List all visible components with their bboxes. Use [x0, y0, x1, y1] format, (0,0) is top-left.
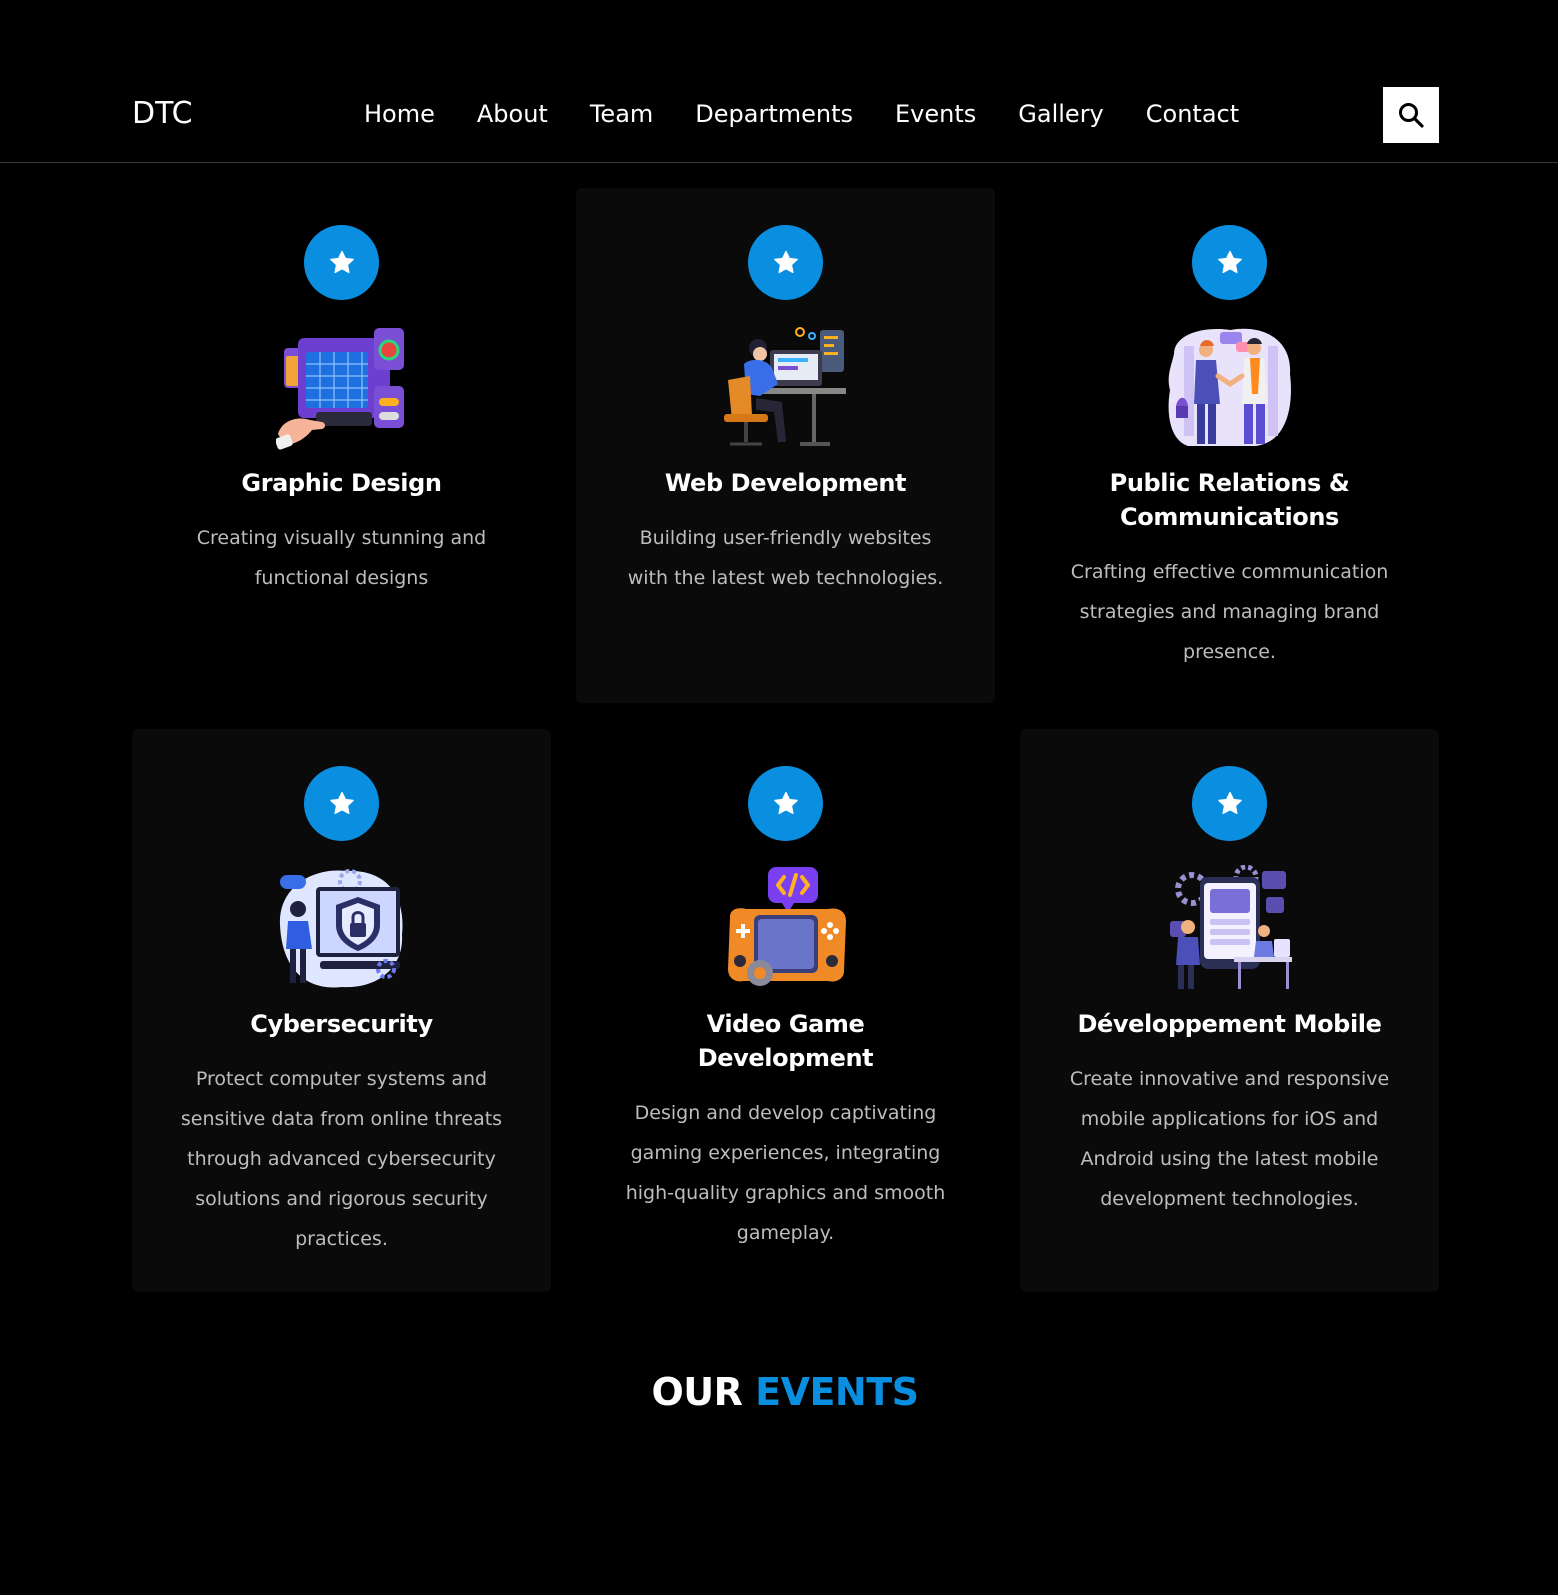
web-development-illustration	[723, 327, 846, 446]
events-section-title: OUR EVENTS	[0, 1368, 1558, 1416]
department-description: Crafting effective communication strateg…	[1070, 561, 1389, 663]
public-relations-illustration	[1168, 328, 1291, 446]
department-card-public-relations[interactable]: Public Relations & Communications Crafti…	[1020, 188, 1439, 703]
nav-about[interactable]: About	[456, 96, 569, 132]
department-card-mobile-development[interactable]: Développement Mobile Create innovative a…	[1020, 729, 1439, 1292]
star-badge	[304, 225, 379, 300]
department-card-cybersecurity[interactable]: Cybersecurity Protect computer systems a…	[132, 729, 551, 1292]
star-icon	[329, 791, 354, 814]
department-description: Creating visually stunning and functiona…	[196, 527, 487, 589]
nav-home[interactable]: Home	[343, 96, 456, 132]
site-header: DTC Home About Team Departments Events G…	[0, 0, 1558, 163]
mobile-development-illustration	[1169, 865, 1292, 989]
star-badge	[1192, 766, 1267, 841]
search-button[interactable]	[1383, 87, 1439, 143]
nav-team[interactable]: Team	[569, 96, 674, 132]
department-title: Graphic Design	[241, 469, 442, 497]
star-badge	[748, 766, 823, 841]
star-icon	[773, 791, 798, 814]
department-title: Video Game Development	[697, 1010, 874, 1072]
department-description: Design and develop captivating gaming ex…	[625, 1102, 946, 1244]
events-title-accent: EVENTS	[755, 1370, 919, 1414]
department-title: Web Development	[664, 469, 907, 497]
star-badge	[748, 225, 823, 300]
nav-events[interactable]: Events	[874, 96, 997, 132]
video-game-illustration	[727, 867, 846, 986]
department-card-video-game-development[interactable]: Video Game Development Design and develo…	[576, 729, 995, 1292]
nav-contact[interactable]: Contact	[1125, 96, 1260, 132]
department-description: Protect computer systems and sensitive d…	[180, 1068, 503, 1250]
star-badge	[304, 766, 379, 841]
department-title: Public Relations & Communications	[1109, 469, 1350, 531]
department-description: Create innovative and responsive mobile …	[1069, 1068, 1390, 1210]
department-title: Cybersecurity	[250, 1010, 433, 1038]
nav-gallery[interactable]: Gallery	[997, 96, 1124, 132]
events-title-plain: OUR	[651, 1370, 743, 1414]
department-card-graphic-design[interactable]: Graphic Design Creating visually stunnin…	[132, 188, 551, 703]
main-nav: Home About Team Departments Events Galle…	[343, 96, 1260, 132]
star-icon	[1217, 250, 1242, 273]
star-badge	[1192, 225, 1267, 300]
star-icon	[1217, 791, 1242, 814]
search-icon	[1399, 103, 1424, 128]
department-title: Développement Mobile	[1077, 1010, 1382, 1038]
department-card-web-development[interactable]: Web Development Building user-friendly w…	[576, 188, 995, 703]
star-icon	[773, 250, 798, 273]
department-description: Building user-friendly websites with the…	[627, 527, 944, 589]
nav-departments[interactable]: Departments	[674, 96, 874, 132]
brand-logo[interactable]: DTC	[132, 96, 193, 132]
star-icon	[329, 250, 354, 273]
graphic-design-illustration	[275, 328, 404, 450]
cybersecurity-illustration	[279, 869, 403, 988]
